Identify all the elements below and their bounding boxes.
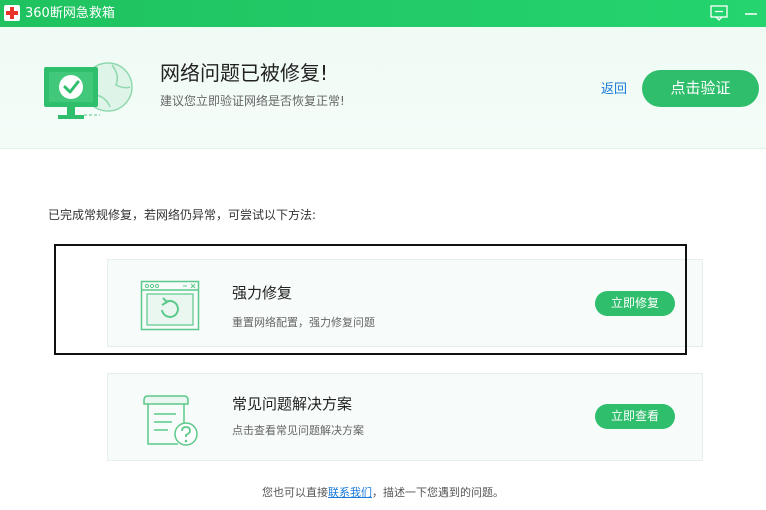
card-description: 点击查看常见问题解决方案	[232, 424, 364, 437]
window-title: 360断网急救箱	[25, 6, 115, 21]
title-bar: 360断网急救箱	[0, 0, 766, 27]
minimize-icon[interactable]	[740, 3, 762, 23]
result-header: 网络问题已被修复! 建议您立即验证网络是否恢复正常! 返回 点击验证	[0, 27, 766, 149]
contact-us-link[interactable]: 联系我们	[328, 486, 372, 499]
page-title: 网络问题已被修复!	[160, 61, 329, 85]
card-description: 重置网络配置，强力修复问题	[232, 316, 375, 329]
back-link[interactable]: 返回	[601, 82, 627, 98]
page-subtitle: 建议您立即验证网络是否恢复正常!	[160, 94, 345, 108]
computer-check-globe-icon	[40, 57, 136, 151]
card-title: 常见问题解决方案	[232, 395, 353, 413]
verify-button[interactable]: 点击验证	[642, 70, 759, 107]
footer-suffix: ，描述一下您遇到的问题。	[372, 486, 504, 499]
first-aid-cross-icon	[4, 5, 20, 21]
repair-now-button[interactable]: 立即修复	[595, 291, 675, 316]
document-question-icon	[140, 394, 200, 448]
footer-prefix: 您也可以直接	[262, 486, 328, 499]
footer-text: 您也可以直接联系我们，描述一下您遇到的问题。	[0, 486, 766, 500]
card-strong-repair: 强力修复 重置网络配置，强力修复问题 立即修复	[107, 259, 703, 347]
card-title: 强力修复	[232, 284, 293, 302]
window-refresh-icon	[140, 280, 200, 334]
card-faq: 常见问题解决方案 点击查看常见问题解决方案 立即查看	[107, 373, 703, 461]
intro-text: 已完成常规修复，若网络仍异常，可尝试以下方法:	[48, 208, 317, 222]
message-icon[interactable]	[708, 3, 730, 23]
view-now-button[interactable]: 立即查看	[595, 404, 675, 429]
